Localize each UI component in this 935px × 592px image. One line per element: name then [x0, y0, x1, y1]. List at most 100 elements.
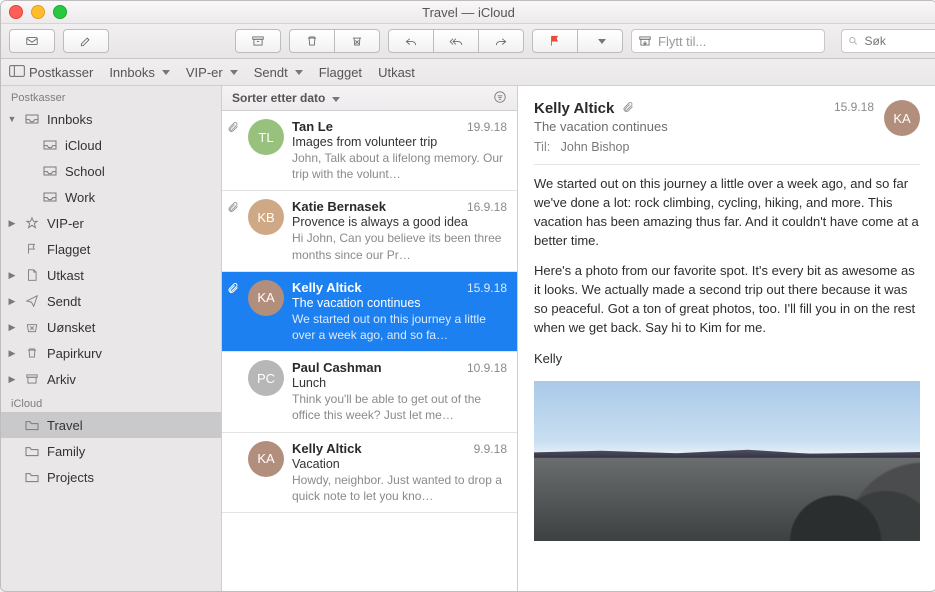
document-icon [23, 268, 41, 282]
reader-to-label: Til: [534, 140, 550, 154]
message-row[interactable]: KAKelly Altick9.9.18VacationHowdy, neigh… [222, 433, 517, 513]
search-input[interactable] [863, 33, 935, 49]
message-subject: Provence is always a good idea [292, 215, 507, 229]
favbar-vip[interactable]: VIP-er [186, 65, 238, 80]
junk-button[interactable] [335, 29, 380, 53]
message-date: 16.9.18 [467, 200, 507, 214]
star-icon [23, 216, 41, 230]
favbar-sent[interactable]: Sendt [254, 65, 303, 80]
mail-window: Travel — iCloud Flytt til... [0, 0, 935, 592]
message-preview: We started out on this journey a little … [292, 311, 507, 343]
sidebar-item-vip[interactable]: ▶ VIP-er [1, 210, 221, 236]
disclosure-triangle-icon[interactable]: ▶ [7, 322, 17, 333]
search-field[interactable] [841, 29, 935, 53]
sidebar-folder-travel[interactable]: Travel [1, 412, 221, 438]
avatar: PC [248, 360, 284, 396]
sort-bar[interactable]: Sorter etter dato [222, 86, 517, 111]
delete-button[interactable] [289, 29, 335, 53]
favorites-bar: Postkasser Innboks VIP-er Sendt Flagget … [1, 59, 935, 86]
message-sender: Tan Le [292, 119, 333, 134]
message-list: Sorter etter dato TLTan Le19.9.18Images … [222, 86, 518, 591]
attachment-icon [622, 101, 634, 116]
disclosure-triangle-icon[interactable]: ▶ [7, 374, 17, 385]
filter-button[interactable] [493, 90, 507, 107]
sidebar-item-inbox-icloud[interactable]: iCloud [1, 132, 221, 158]
sidebar-folder-projects[interactable]: Projects [1, 464, 221, 490]
sidebar-item-label: Family [47, 444, 85, 459]
reader-subject: The vacation continues [534, 119, 814, 134]
main-split: Postkasser ▼ Innboks iCloud School Work … [1, 86, 935, 591]
move-to-field[interactable]: Flytt til... [631, 29, 825, 53]
message-row[interactable]: PC Paul Cashman 10.9.18LunchThink you'll b… [222, 352, 517, 432]
message-row[interactable]: TLTan Le19.9.18Images from volunteer tri… [222, 111, 517, 191]
favbar-drafts[interactable]: Utkast [378, 65, 415, 80]
disclosure-triangle-icon[interactable]: ▼ [7, 114, 17, 124]
inbox-icon [23, 112, 41, 126]
message-row[interactable]: KA Kelly Altick 15.9.18The vacation contin… [222, 272, 517, 352]
sidebar-item-label: iCloud [65, 138, 102, 153]
reader-to-line: Til: John Bishop [534, 140, 814, 154]
mailbox-icon [41, 138, 59, 152]
sidebar-item-archive[interactable]: ▶ Arkiv [1, 366, 221, 392]
avatar: KB [248, 199, 284, 235]
sidebar-item-label: Projects [47, 470, 94, 485]
trash-icon [23, 346, 41, 360]
sidebar: Postkasser ▼ Innboks iCloud School Work … [1, 86, 222, 591]
forward-button[interactable] [479, 29, 524, 53]
reply-button[interactable] [388, 29, 434, 53]
message-date: 15.9.18 [467, 281, 507, 295]
archive-button[interactable] [235, 29, 281, 53]
sidebar-item-drafts[interactable]: ▶ Utkast [1, 262, 221, 288]
flag-button[interactable] [532, 29, 578, 53]
paper-plane-icon [23, 294, 41, 308]
sidebar-item-sent[interactable]: ▶ Sendt [1, 288, 221, 314]
chevron-down-icon [332, 97, 340, 102]
disclosure-triangle-icon[interactable]: ▶ [7, 218, 17, 229]
chevron-down-icon [295, 70, 303, 75]
favbar-inbox[interactable]: Innboks [109, 65, 170, 80]
sidebar-item-label: Arkiv [47, 372, 76, 387]
disclosure-triangle-icon[interactable]: ▶ [7, 270, 17, 281]
sidebar-item-flagged[interactable]: Flagget [1, 236, 221, 262]
reply-all-button[interactable] [434, 29, 479, 53]
message-date: 19.9.18 [467, 120, 507, 134]
junk-icon [23, 320, 41, 334]
message-date: 10.9.18 [467, 361, 507, 375]
sidebar-section-mailboxes: Postkasser [1, 86, 221, 106]
sidebar-item-label: Work [65, 190, 95, 205]
message-preview: Think you'll be able to get out of the o… [292, 391, 507, 423]
message-sender: Kelly Altick [292, 280, 362, 295]
sidebar-item-junk[interactable]: ▶ Uønsket [1, 314, 221, 340]
move-to-icon [638, 34, 652, 48]
search-icon [848, 35, 859, 47]
divider [534, 164, 920, 165]
mailboxes-toggle[interactable]: Postkasser [9, 65, 93, 80]
sidebar-section-icloud: iCloud [1, 392, 221, 412]
message-sender: Kelly Altick [292, 441, 362, 456]
reader-body: We started out on this journey a little … [534, 175, 920, 591]
messages-container: TLTan Le19.9.18Images from volunteer tri… [222, 111, 517, 591]
favbar-flagged[interactable]: Flagget [319, 65, 362, 80]
message-preview: John, Talk about a lifelong memory. Our … [292, 150, 507, 182]
message-row[interactable]: KBKatie Bernasek16.9.18Provence is alway… [222, 191, 517, 271]
reader-pane: Kelly Altick The vacation continues Til:… [518, 86, 935, 591]
sidebar-item-inbox-school[interactable]: School [1, 158, 221, 184]
avatar: KA [248, 441, 284, 477]
reader-date: 15.9.18 [824, 100, 874, 114]
avatar: KA [248, 280, 284, 316]
sidebar-toggle-icon [9, 65, 25, 80]
get-mail-button[interactable] [9, 29, 55, 53]
message-subject: Lunch [292, 376, 507, 390]
flag-menu-button[interactable] [578, 29, 623, 53]
reader-paragraph: Kelly [534, 350, 920, 369]
sidebar-item-inbox-work[interactable]: Work [1, 184, 221, 210]
sidebar-folder-family[interactable]: Family [1, 438, 221, 464]
compose-button[interactable] [63, 29, 109, 53]
message-subject: The vacation continues [292, 296, 507, 310]
disclosure-triangle-icon[interactable]: ▶ [7, 348, 17, 359]
message-sender: Paul Cashman [292, 360, 382, 375]
sidebar-item-trash[interactable]: ▶ Papirkurv [1, 340, 221, 366]
sidebar-item-inbox[interactable]: ▼ Innboks [1, 106, 221, 132]
disclosure-triangle-icon[interactable]: ▶ [7, 296, 17, 307]
message-preview: Hi John, Can you believe its been three … [292, 230, 507, 262]
